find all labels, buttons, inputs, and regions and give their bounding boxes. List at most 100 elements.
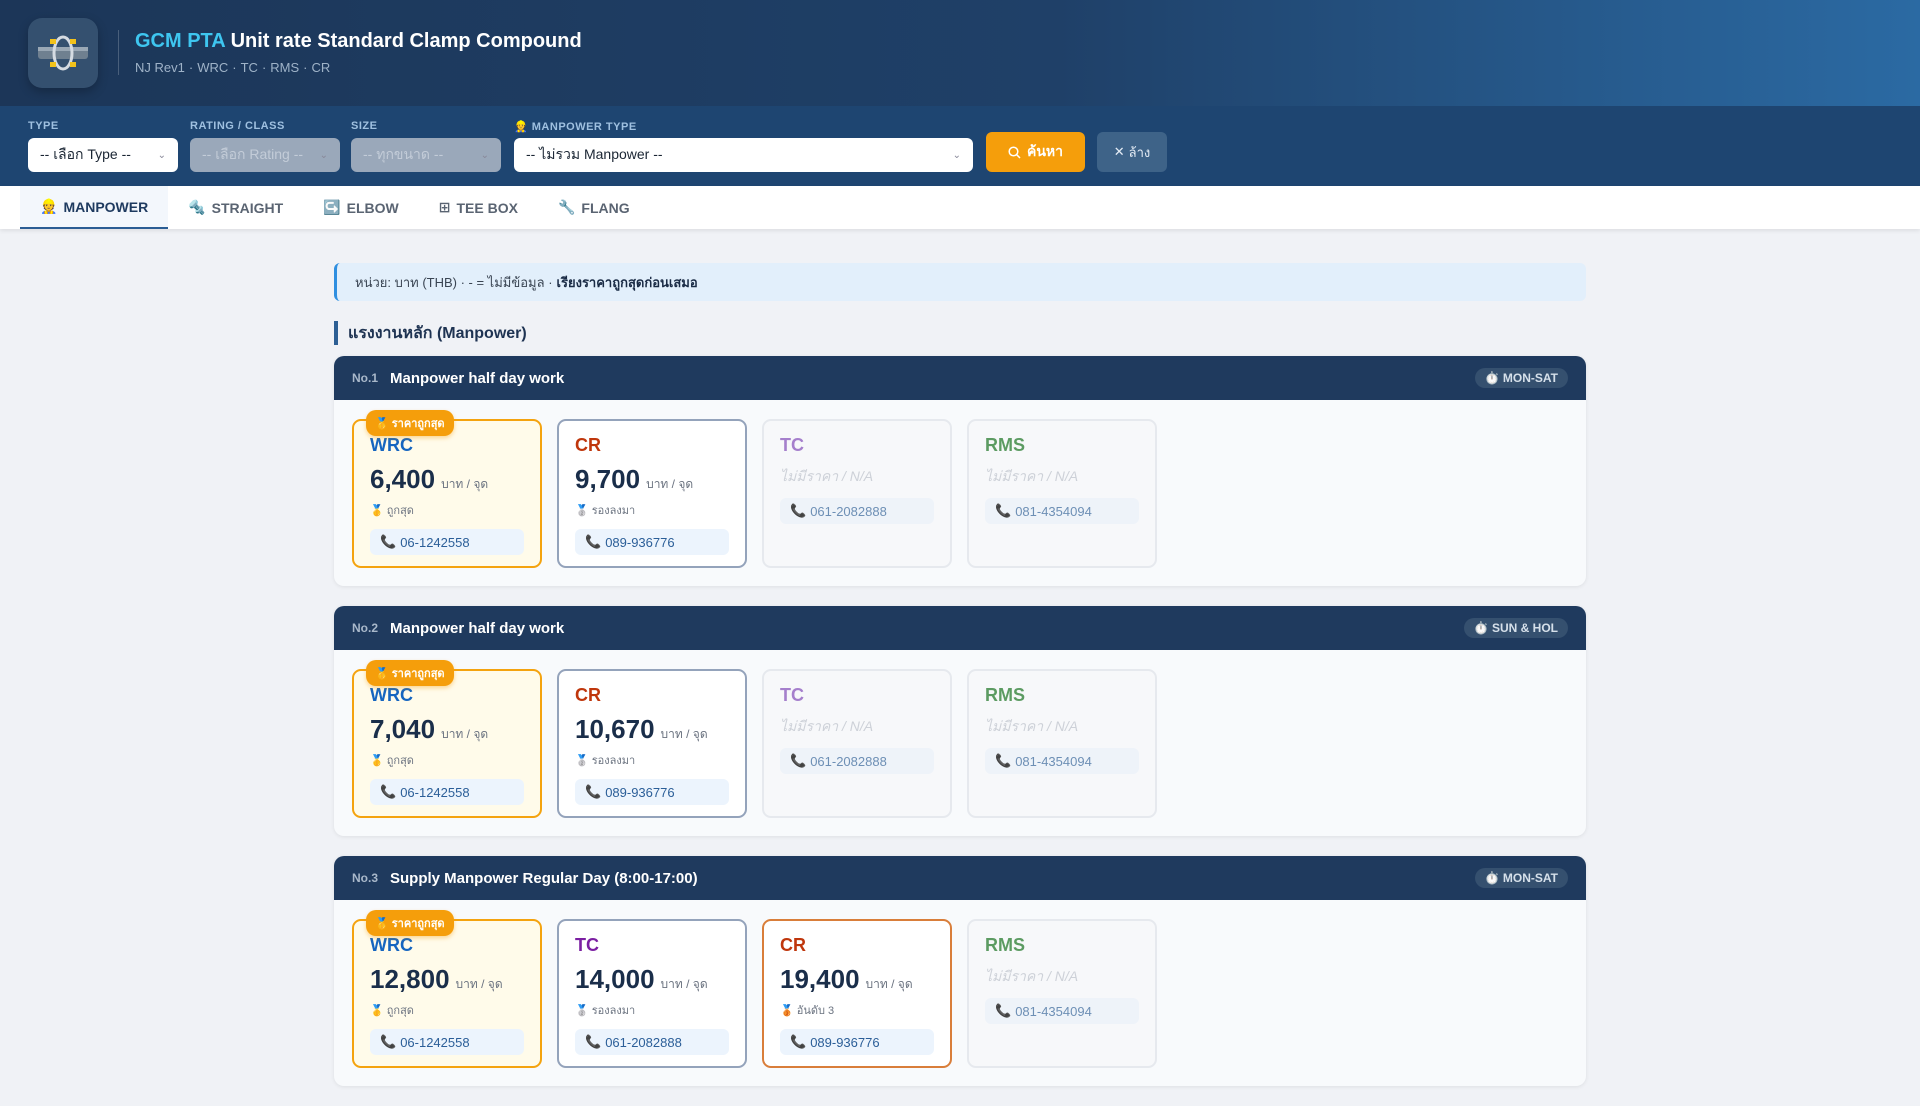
vendor-price-list: 🥇 ราคาถูกสุด WRC 6,400 บาท / จุด 🥇 ถูกสุด 📞 06… xyxy=(334,400,1586,586)
price-unit: บาท / จุด xyxy=(646,477,694,491)
price: 6,400 บาท / จุด xyxy=(370,464,524,495)
phone-button[interactable]: 📞 081-4354094 xyxy=(985,748,1139,774)
item-number: No.3 xyxy=(352,871,379,885)
price-unit: บาท / จุด xyxy=(660,727,708,741)
manpower-label-text: MANPOWER TYPE xyxy=(531,121,637,133)
tab-straight[interactable]: 🔩 STRAIGHT xyxy=(168,186,303,229)
rate-item-card: No.1 Manpower half day work ⏱️ MON-SAT 🥇 รา… xyxy=(334,356,1586,586)
page-title: GCM PTA Unit rate Standard Clamp Compoun… xyxy=(135,30,582,53)
price-unit: บาท / จุด xyxy=(455,977,503,991)
rank-label: 🥈 รองลงมา xyxy=(575,1005,636,1017)
filter-bar: TYPE -- เลือก Type -- ⌄ RATING / CLASS --… xyxy=(0,106,1920,186)
vendor-price-card[interactable]: RMS ไม่มีราคา / N/A 📞 081-4354094 xyxy=(967,419,1157,568)
price: 7,040 บาท / จุด xyxy=(370,714,524,745)
tab-elbow[interactable]: ↪️ ELBOW xyxy=(303,186,419,229)
price-value: 19,400 xyxy=(780,964,860,994)
manpower-filter: 👷 MANPOWER TYPE -- ไม่รวม Manpower -- ⌄ xyxy=(514,120,973,172)
no-price-label: ไม่มีราคา / N/A xyxy=(780,718,874,734)
item-number: No.2 xyxy=(352,621,379,635)
tab-label: ELBOW xyxy=(346,199,399,216)
separator: · xyxy=(303,60,308,75)
info-text: หน่วย: บาท (THB) · - = ไม่มีข้อมูล · xyxy=(355,274,553,290)
manpower-select[interactable]: -- ไม่รวม Manpower -- ⌄ xyxy=(514,138,973,172)
type-value: -- เลือก Type -- xyxy=(40,146,131,162)
phone-button[interactable]: 📞 089-936776 xyxy=(780,1029,934,1055)
clear-button[interactable]: ✕ ล้าง xyxy=(1097,132,1167,172)
phone-button[interactable]: 📞 061-2082888 xyxy=(575,1029,729,1055)
price: 9,700 บาท / จุด xyxy=(575,464,729,495)
rank-label: 🥇 ถูกสุด xyxy=(370,755,414,767)
vendor-price-card[interactable]: TC 14,000 บาท / จุด 🥈 รองลงมา 📞 061-2082888 xyxy=(557,919,747,1068)
phone-icon: 📞 xyxy=(995,753,1012,768)
price: 19,400 บาท / จุด xyxy=(780,964,934,995)
price: 14,000 บาท / จุด xyxy=(575,964,729,995)
tab-label: TEE BOX xyxy=(456,199,518,216)
phone-button[interactable]: 📞 081-4354094 xyxy=(985,998,1139,1024)
phone-button[interactable]: 📞 081-4354094 xyxy=(985,498,1139,524)
rank-label: 🥇 ถูกสุด xyxy=(370,1005,414,1017)
phone-number: 089-936776 xyxy=(605,534,675,550)
tab-manpower[interactable]: 👷 MANPOWER xyxy=(20,186,169,229)
vendor-price-card[interactable]: TC ไม่มีราคา / N/A 📞 061-2082888 xyxy=(762,669,952,818)
rate-item-card: No.3 Supply Manpower Regular Day (8:00-17… xyxy=(334,856,1586,1086)
schedule-badge: ⏱️ MON-SAT xyxy=(1474,368,1568,388)
separator: · xyxy=(188,60,194,75)
rank-label: 🥈 รองลงมา xyxy=(575,505,636,517)
vendor-price-card[interactable]: CR 10,670 บาท / จุด 🥈 รองลงมา 📞 089-936776 xyxy=(557,669,747,818)
phone-icon: 📞 xyxy=(585,1034,602,1049)
price-value: 6,400 xyxy=(370,464,436,494)
phone-number: 081-4354094 xyxy=(1015,753,1092,769)
type-select[interactable]: -- เลือก Type -- ⌄ xyxy=(28,138,178,172)
tab-label: MANPOWER xyxy=(63,198,149,215)
phone-button[interactable]: 📞 061-2082888 xyxy=(780,498,934,524)
no-price-label: ไม่มีราคา / N/A xyxy=(985,968,1079,984)
page-subtitle: NJ Rev1 · WRC · TC · RMS · CR xyxy=(135,60,334,75)
price: 12,800 บาท / จุด xyxy=(370,964,524,995)
phone-button[interactable]: 📞 06-1242558 xyxy=(370,529,524,555)
phone-button[interactable]: 📞 06-1242558 xyxy=(370,779,524,805)
price-value: 7,040 xyxy=(370,714,436,744)
tab-label: STRAIGHT xyxy=(211,199,284,216)
phone-number: 06-1242558 xyxy=(400,534,470,550)
elbow-icon: ↪️ xyxy=(323,199,341,215)
cheapest-badge: 🥇 ราคาถูกสุด xyxy=(366,410,454,436)
vendor-price-card[interactable]: 🥇 ราคาถูกสุด WRC 7,040 บาท / จุด 🥇 ถูกสุด 📞 06… xyxy=(352,660,542,818)
size-select[interactable]: -- ทุกขนาด -- ⌄ xyxy=(351,138,501,172)
close-icon: ✕ xyxy=(1113,144,1125,159)
vendor-price-card[interactable]: RMS ไม่มีราคา / N/A 📞 081-4354094 xyxy=(967,919,1157,1068)
phone-number: 061-2082888 xyxy=(810,753,887,769)
phone-button[interactable]: 📞 06-1242558 xyxy=(370,1029,524,1055)
vendor-price-card[interactable]: RMS ไม่มีราคา / N/A 📞 081-4354094 xyxy=(967,669,1157,818)
vendor-name: CR xyxy=(575,685,601,705)
header-divider xyxy=(118,30,119,75)
rank-label: 🥈 รองลงมา xyxy=(575,755,636,767)
vendor-price-card[interactable]: 🥇 ราคาถูกสุด WRC 6,400 บาท / จุด 🥇 ถูกสุด 📞 06… xyxy=(352,410,542,568)
vendor-name: RMS xyxy=(985,685,1025,705)
vendor-price-card[interactable]: CR 9,700 บาท / จุด 🥈 รองลงมา 📞 089-936776 xyxy=(557,419,747,568)
phone-icon: 📞 xyxy=(995,503,1012,518)
phone-icon: 📞 xyxy=(585,534,602,549)
flang-icon: 🔧 xyxy=(557,199,576,215)
tab-tee-box[interactable]: ⊞ TEE BOX xyxy=(419,186,538,229)
chevron-down-icon: ⌄ xyxy=(319,149,328,161)
phone-button[interactable]: 📞 089-936776 xyxy=(575,779,729,805)
info-bold-text: เรียงราคาถูกสุดก่อนเสมอ xyxy=(556,274,698,290)
subtitle-tag: CR xyxy=(311,60,331,75)
price-value: 12,800 xyxy=(370,964,450,994)
clamp-logo-icon xyxy=(28,18,98,88)
vendor-price-card[interactable]: TC ไม่มีราคา / N/A 📞 061-2082888 xyxy=(762,419,952,568)
size-label: SIZE xyxy=(351,120,378,132)
rating-label: RATING / CLASS xyxy=(190,120,285,132)
rating-select[interactable]: -- เลือก Rating -- ⌄ xyxy=(190,138,340,172)
search-button[interactable]: ค้นหา xyxy=(986,132,1085,172)
title-text: Unit rate Standard Clamp Compound xyxy=(230,30,582,52)
phone-button[interactable]: 📞 061-2082888 xyxy=(780,748,934,774)
vendor-price-card[interactable]: 🥇 ราคาถูกสุด WRC 12,800 บาท / จุด 🥇 ถูกสุด 📞 0… xyxy=(352,910,542,1068)
phone-icon: 📞 xyxy=(585,784,602,799)
subtitle-tag: WRC xyxy=(197,60,229,75)
phone-icon: 📞 xyxy=(380,784,397,799)
cheapest-badge: 🥇 ราคาถูกสุด xyxy=(366,910,454,936)
vendor-price-card[interactable]: CR 19,400 บาท / จุด 🥉 อันดับ 3 📞 089-936776 xyxy=(762,919,952,1068)
phone-button[interactable]: 📞 089-936776 xyxy=(575,529,729,555)
tab-flang[interactable]: 🔧 FLANG xyxy=(538,186,650,229)
